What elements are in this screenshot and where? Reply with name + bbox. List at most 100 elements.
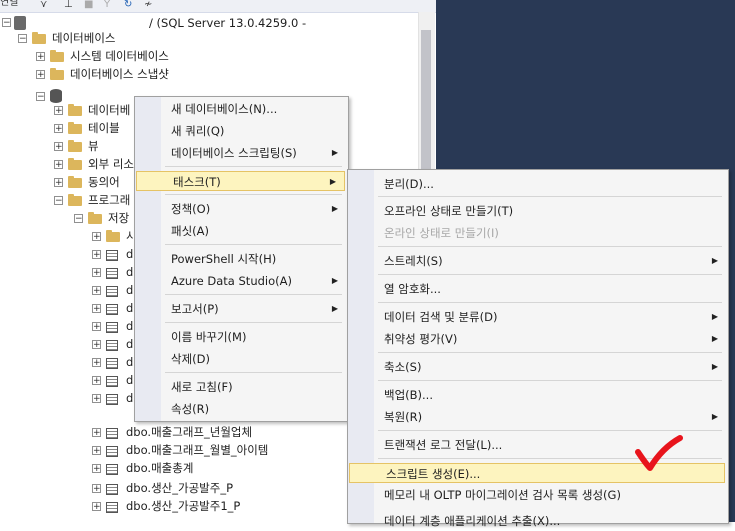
tasks-submenu-item-3[interactable]: 스트레치(S) ▶	[348, 251, 726, 271]
tree-node-label: d	[126, 319, 134, 333]
submenu-arrow-icon: ▶	[329, 177, 336, 186]
menu-item-label: 축소(S)	[384, 360, 422, 374]
context-menu-item-6[interactable]: PowerShell 시작(H)	[135, 249, 346, 269]
menu-separator	[165, 194, 342, 195]
submenu-arrow-icon: ▶	[331, 204, 338, 213]
expand-icon[interactable]: +	[54, 160, 63, 170]
tree-node-database-snapshots[interactable]: + 데이터베이스 스냅샷	[36, 65, 420, 83]
object-explorer-toolbar: 연결 ⋎ ⊥ ■ Y ↻ ≁	[0, 0, 436, 13]
collapse-icon[interactable]: −	[74, 214, 83, 224]
expand-icon[interactable]: +	[54, 124, 63, 134]
expand-icon[interactable]: +	[54, 106, 63, 116]
collapse-icon[interactable]: −	[36, 92, 45, 102]
tasks-submenu-item-6[interactable]: 취약성 평가(V) ▶	[348, 329, 726, 349]
expand-icon[interactable]: +	[92, 464, 101, 474]
expand-icon[interactable]: +	[54, 178, 63, 188]
expand-icon[interactable]: +	[92, 322, 101, 332]
table-icon	[106, 394, 118, 405]
tree-node-label: 동의어	[88, 175, 120, 189]
context-menu-item-11[interactable]: 새로 고침(F)	[135, 377, 346, 397]
expand-icon[interactable]: +	[92, 286, 101, 296]
table-icon	[106, 484, 118, 495]
connect-button[interactable]: 연결	[0, 0, 18, 8]
tree-node-label: 프로그래	[88, 193, 131, 207]
tasks-submenu-item-9[interactable]: 복원(R) ▶	[348, 407, 726, 427]
expand-icon[interactable]: +	[36, 52, 45, 62]
menu-item-label: 취약성 평가(V)	[384, 332, 458, 346]
collapse-icon[interactable]: −	[18, 34, 27, 44]
context-menu-item-0[interactable]: 새 데이터베이스(N)...	[135, 99, 346, 119]
expand-icon[interactable]: +	[92, 446, 101, 456]
menu-separator	[378, 352, 722, 353]
tree-node-system-databases[interactable]: + 시스템 데이터베이스	[36, 47, 420, 65]
menu-item-label: 정책(O)	[171, 202, 211, 216]
menu-separator	[378, 274, 722, 275]
tasks-submenu-item-5[interactable]: 데이터 검색 및 분류(D) ▶	[348, 307, 726, 327]
expand-icon[interactable]: +	[36, 70, 45, 80]
context-menu-item-3[interactable]: 태스크(T) ▶	[136, 171, 345, 191]
expand-icon[interactable]: +	[92, 376, 101, 386]
expand-icon[interactable]: +	[92, 232, 101, 242]
folder-icon	[106, 230, 120, 242]
context-menu-item-12[interactable]: 속성(R)	[135, 399, 346, 419]
disconnect-icon[interactable]: ⊥	[64, 0, 73, 10]
tasks-submenu-item-12[interactable]: 메모리 내 OLTP 마이그레이션 검사 목록 생성(G)	[348, 485, 726, 505]
expand-icon[interactable]: +	[92, 428, 101, 438]
tasks-submenu-item-13[interactable]: 데이터 계층 애플리케이션 추출(X)...	[348, 511, 726, 531]
context-menu-item-10[interactable]: 삭제(D)	[135, 349, 346, 369]
tree-node-label: 데이터베	[88, 103, 131, 117]
tree-node-label: dbo.생산_가공발주_P	[126, 481, 234, 495]
folder-icon	[88, 212, 102, 224]
tree-node-label: d	[126, 301, 134, 315]
plug-icon[interactable]: ⋎	[40, 0, 47, 10]
menu-separator	[165, 294, 342, 295]
context-menu-item-1[interactable]: 새 쿼리(Q)	[135, 121, 346, 141]
tasks-submenu-item-0[interactable]: 분리(D)...	[348, 174, 726, 194]
tree-node-databases[interactable]: − 데이터베이스	[18, 29, 420, 47]
expand-icon[interactable]: +	[92, 304, 101, 314]
collapse-icon[interactable]: −	[54, 196, 63, 206]
expand-icon[interactable]: +	[92, 358, 101, 368]
tasks-submenu-item-4[interactable]: 열 암호화...	[348, 279, 726, 299]
menu-item-label: 이름 바꾸기(M)	[171, 330, 247, 344]
collapse-icon[interactable]: −	[2, 18, 11, 28]
context-menu-item-4[interactable]: 정책(O) ▶	[135, 199, 346, 219]
expand-icon[interactable]: +	[92, 340, 101, 350]
expand-icon[interactable]: +	[92, 268, 101, 278]
menu-item-label: 패싯(A)	[171, 224, 209, 238]
tree-node-label: dbo.매출총계	[126, 461, 194, 475]
server-icon	[14, 16, 26, 30]
expand-icon[interactable]: +	[92, 394, 101, 404]
stop-icon[interactable]: ■	[84, 0, 93, 10]
expand-icon[interactable]: +	[54, 142, 63, 152]
menu-item-label: 복원(R)	[384, 410, 423, 424]
menu-item-label: 데이터베이스 스크립팅(S)	[171, 146, 297, 160]
tasks-submenu-item-1[interactable]: 오프라인 상태로 만들기(T)	[348, 201, 726, 221]
filter-icon[interactable]: Y	[104, 0, 110, 10]
refresh-icon[interactable]: ↻	[124, 0, 132, 10]
tree-node-label: 외부 리소	[88, 157, 134, 171]
context-menu-item-5[interactable]: 패싯(A)	[135, 221, 346, 241]
table-icon	[106, 446, 118, 457]
tree-node-label: d	[126, 355, 134, 369]
menu-item-label: 오프라인 상태로 만들기(T)	[384, 204, 514, 218]
tasks-submenu-item-7[interactable]: 축소(S) ▶	[348, 357, 726, 377]
expand-icon[interactable]: +	[92, 250, 101, 260]
expand-icon[interactable]: +	[92, 484, 101, 494]
menu-separator	[378, 380, 722, 381]
context-menu-item-9[interactable]: 이름 바꾸기(M)	[135, 327, 346, 347]
tasks-submenu-item-8[interactable]: 백업(B)...	[348, 385, 726, 405]
tree-node-label: d	[126, 265, 134, 279]
context-menu-item-8[interactable]: 보고서(P) ▶	[135, 299, 346, 319]
menu-separator	[165, 166, 342, 167]
tree-node-label: d	[126, 283, 134, 297]
context-menu-item-7[interactable]: Azure Data Studio(A) ▶	[135, 271, 346, 291]
menu-item-label: 분리(D)...	[384, 177, 434, 191]
expand-icon[interactable]: +	[92, 502, 101, 512]
activity-icon[interactable]: ≁	[144, 0, 152, 10]
tree-node-label: d	[126, 391, 134, 405]
tree-node-label: d	[126, 373, 134, 387]
tasks-submenu-item-2[interactable]: 온라인 상태로 만들기(I)	[348, 223, 726, 243]
table-icon	[106, 286, 118, 297]
context-menu-item-2[interactable]: 데이터베이스 스크립팅(S) ▶	[135, 143, 346, 163]
